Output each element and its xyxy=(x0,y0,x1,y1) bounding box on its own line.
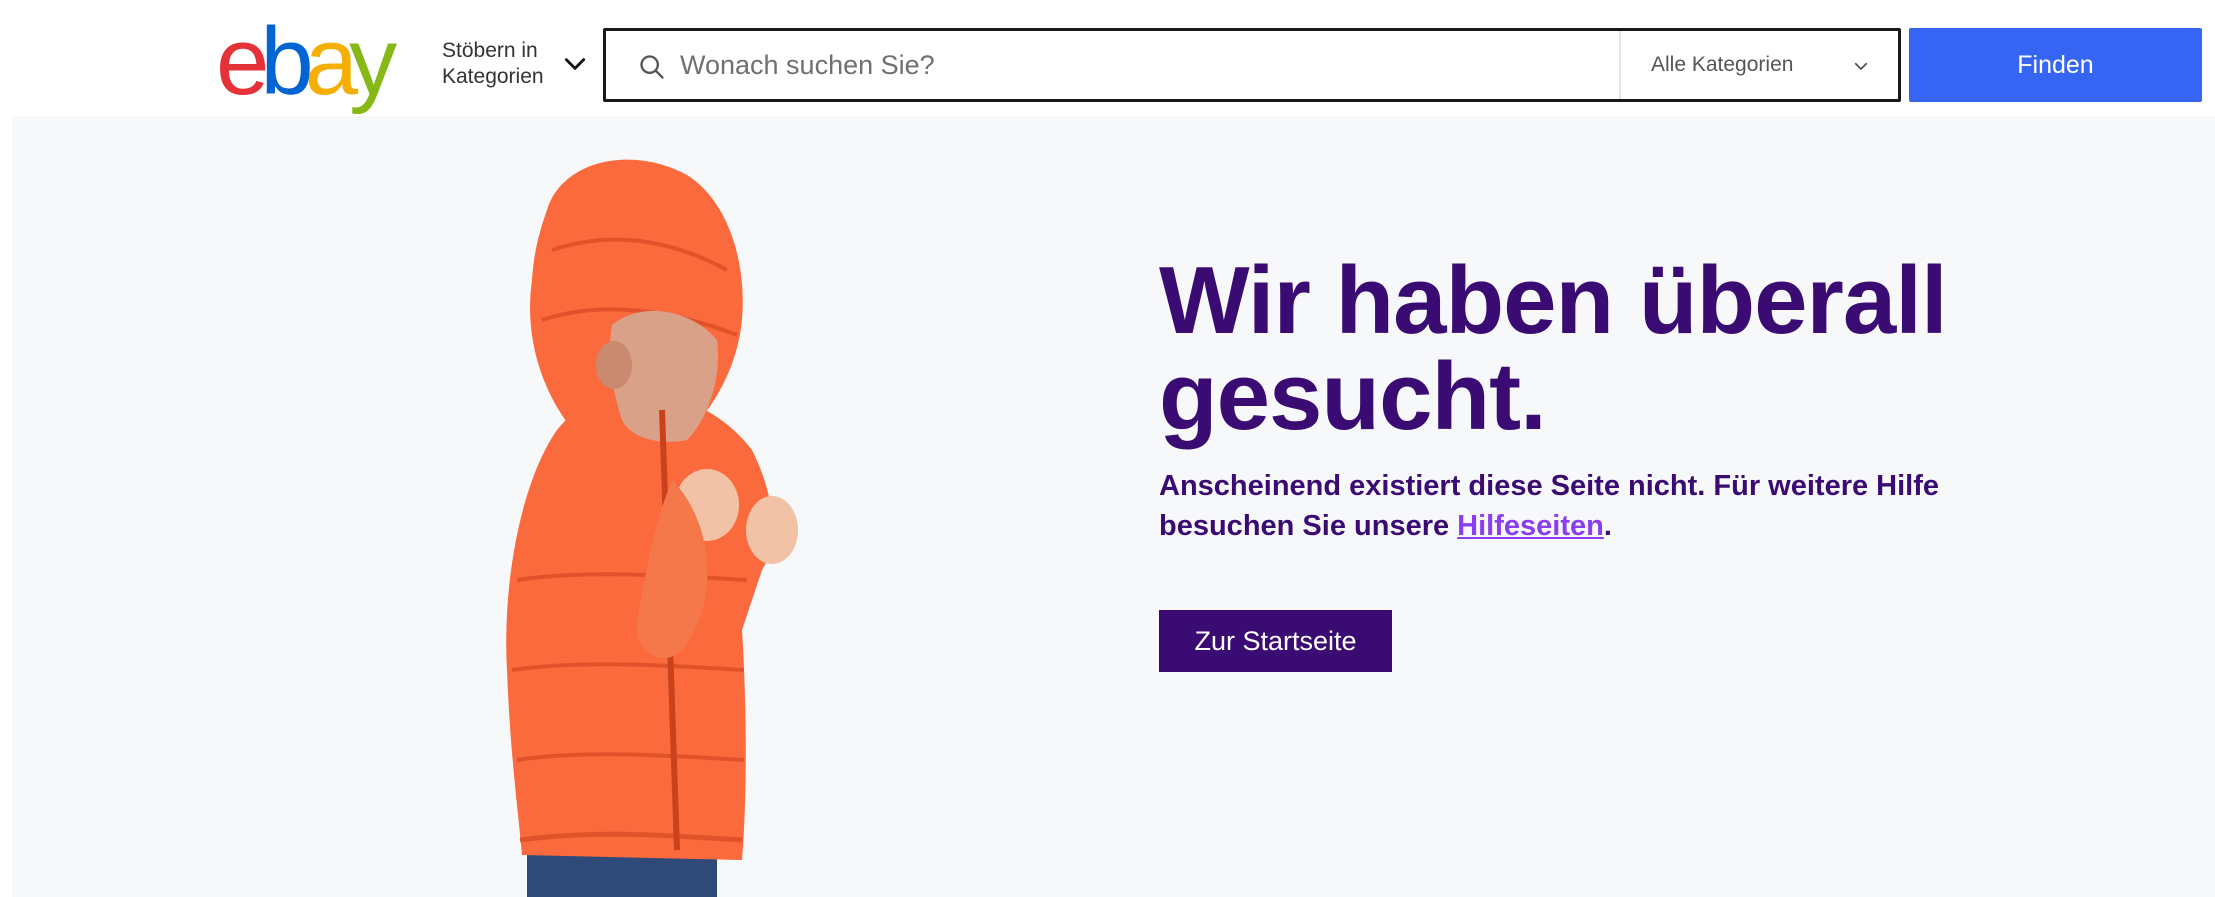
find-button[interactable]: Finden xyxy=(1909,28,2202,102)
error-description-end: . xyxy=(1603,510,1612,542)
logo-letter-e: e xyxy=(216,8,269,115)
search-icon xyxy=(640,55,664,79)
category-select[interactable]: Alle Kategorien xyxy=(1621,31,1898,99)
child-in-jacket-image xyxy=(506,159,798,897)
browse-categories-label: Stöbern in Kategorien xyxy=(442,39,544,88)
ebay-logo[interactable]: ebay xyxy=(216,8,397,115)
site-header: ebay Stöbern in Kategorien Alle Kategori… xyxy=(0,0,2215,115)
chevron-down-icon xyxy=(1854,62,1868,70)
logo-letter-b: b xyxy=(260,8,313,115)
page-headline: Wir haben überall gesucht. xyxy=(1159,247,1948,450)
logo-letter-y: y xyxy=(349,8,397,115)
logo-letter-a: a xyxy=(304,8,358,115)
home-button[interactable]: Zur Startseite xyxy=(1159,610,1392,672)
help-pages-link[interactable]: Hilfeseiten xyxy=(1457,510,1604,542)
chevron-down-icon xyxy=(564,58,586,70)
search-input[interactable] xyxy=(680,31,1610,99)
category-select-label: Alle Kategorien xyxy=(1651,53,1794,76)
error-hero: Wir haben überall gesucht. Anscheinend e… xyxy=(12,116,2215,897)
error-description: Anscheinend existiert diese Seite nicht.… xyxy=(1159,466,1979,546)
browse-categories-button[interactable]: Stöbern in Kategorien xyxy=(442,38,588,90)
search-bar: Alle Kategorien xyxy=(603,28,1901,102)
